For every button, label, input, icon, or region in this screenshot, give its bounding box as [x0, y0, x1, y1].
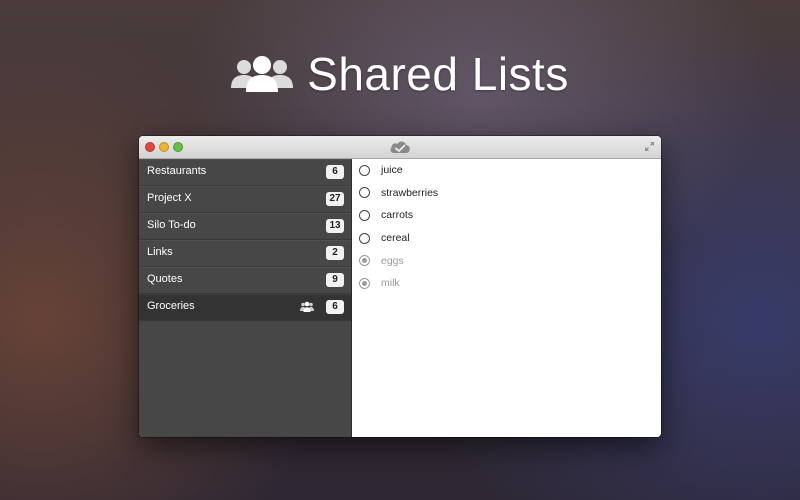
task-text: eggs	[381, 254, 404, 267]
fullscreen-arrows-icon[interactable]	[644, 141, 655, 152]
sidebar-item-label: Restaurants	[147, 165, 207, 177]
app-window: Restaurants 6 Project X 27 Silo To-do 13…	[139, 136, 661, 437]
minimize-button[interactable]	[159, 142, 169, 152]
close-button[interactable]	[145, 142, 155, 152]
task-text: carrots	[381, 209, 414, 222]
sidebar-item-label: Groceries	[147, 300, 195, 312]
task-item[interactable]: cereal	[352, 227, 661, 250]
sidebar-item-links[interactable]: Links 2	[139, 240, 351, 267]
title-bar[interactable]	[139, 136, 661, 159]
headline-title: Shared Lists	[307, 48, 569, 100]
checkbox-circle-checked[interactable]	[359, 255, 370, 267]
task-text: milk	[381, 277, 400, 290]
checkbox-circle-checked[interactable]	[359, 277, 370, 289]
cloud-check-icon	[390, 141, 410, 153]
maximize-button[interactable]	[173, 142, 183, 152]
task-item-completed[interactable]: eggs	[352, 249, 661, 272]
task-text: juice	[381, 164, 403, 177]
sidebar-item-project-x[interactable]: Project X 27	[139, 186, 351, 213]
sidebar-item-quotes[interactable]: Quotes 9	[139, 267, 351, 294]
sidebar-item-label: Project X	[147, 192, 192, 204]
headline: Shared Lists	[0, 44, 800, 104]
count-badge: 9	[326, 273, 344, 287]
shared-people-icon	[300, 301, 314, 312]
task-item[interactable]: strawberries	[352, 182, 661, 205]
sidebar: Restaurants 6 Project X 27 Silo To-do 13…	[139, 159, 352, 437]
checkbox-circle[interactable]	[359, 232, 370, 244]
checkbox-circle[interactable]	[359, 164, 370, 176]
sidebar-item-label: Links	[147, 246, 173, 258]
checkbox-circle[interactable]	[359, 187, 370, 199]
sidebar-item-restaurants[interactable]: Restaurants 6	[139, 159, 351, 186]
checkbox-circle[interactable]	[359, 209, 370, 221]
count-badge: 2	[326, 246, 344, 260]
count-badge: 27	[326, 192, 344, 206]
task-item-completed[interactable]: milk	[352, 272, 661, 295]
sidebar-item-silo-to-do[interactable]: Silo To-do 13	[139, 213, 351, 240]
task-item[interactable]: juice	[352, 159, 661, 182]
count-badge: 6	[326, 300, 344, 314]
task-list: juice strawberries carrots cereal eggs m…	[352, 159, 661, 437]
count-badge: 6	[326, 165, 344, 179]
task-text: strawberries	[381, 186, 439, 199]
sidebar-item-groceries[interactable]: Groceries 6	[139, 294, 351, 321]
task-item[interactable]: carrots	[352, 204, 661, 227]
count-badge: 13	[326, 219, 344, 233]
sidebar-item-label: Quotes	[147, 273, 183, 285]
task-text: cereal	[381, 232, 410, 245]
sidebar-item-label: Silo To-do	[147, 219, 196, 231]
people-group-icon	[231, 56, 294, 92]
